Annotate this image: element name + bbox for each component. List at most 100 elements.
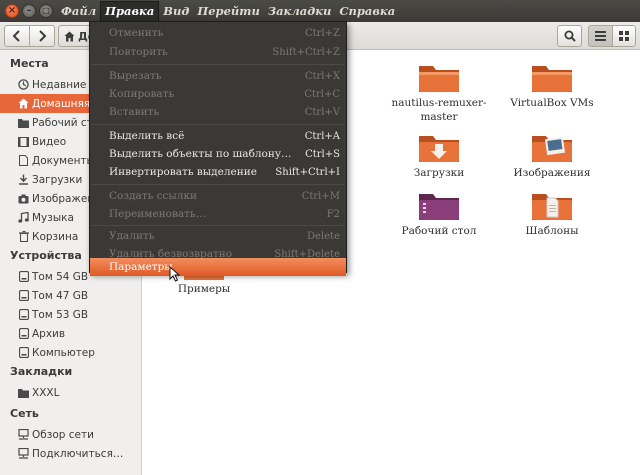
sidebar-heading-network: Сеть	[10, 407, 39, 420]
file-item-label: Рабочий стол	[401, 225, 477, 237]
sidebar-item-label: Недавние	[32, 78, 87, 91]
menu-item-delete[interactable]: Удалить Delete	[90, 227, 346, 245]
camera-icon	[18, 193, 29, 204]
window-minimize-button[interactable]: –	[22, 4, 36, 18]
sidebar-item-browse-network[interactable]: Обзор сети	[0, 425, 141, 444]
menu-bookmarks[interactable]: Закладки	[264, 1, 336, 21]
menu-item-cut[interactable]: Вырезать Ctrl+X	[90, 67, 346, 85]
home-icon	[64, 31, 75, 41]
grid-icon	[619, 31, 629, 41]
templates-folder-icon	[532, 194, 572, 220]
menu-item-label: Инвертировать выделение	[109, 166, 257, 178]
video-icon	[18, 136, 29, 147]
menu-item-paste[interactable]: Вставить Ctrl+V	[90, 103, 346, 121]
sidebar-item-label: Подключиться…	[32, 447, 124, 460]
menu-item-accel: Shift+Ctrl+I	[275, 166, 340, 178]
file-item-folder[interactable]: VirtualBox VMs	[497, 62, 607, 110]
menu-item-select-all[interactable]: Выделить всё Ctrl+A	[90, 127, 346, 145]
mouse-pointer-icon	[169, 266, 180, 282]
file-item-templates[interactable]: Шаблоны	[497, 190, 607, 238]
menu-item-label: Копировать	[109, 88, 175, 100]
menu-file[interactable]: Файл	[57, 1, 100, 21]
close-icon: ×	[7, 5, 17, 16]
menu-item-make-links[interactable]: Создать ссылки Ctrl+M	[90, 187, 346, 205]
menu-item-label: Вставить	[109, 106, 160, 118]
drive-icon	[18, 290, 29, 301]
window-close-button[interactable]: ×	[5, 4, 19, 18]
forward-button[interactable]	[29, 25, 55, 47]
downloads-folder-icon	[419, 136, 459, 162]
drive-icon	[18, 328, 29, 339]
menu-separator	[91, 225, 345, 226]
sidebar-item-computer[interactable]: Компьютер	[0, 343, 141, 362]
menu-item-accel: Ctrl+S	[305, 148, 340, 160]
file-item-label: Изображения	[513, 167, 591, 179]
menu-item-accel: F2	[326, 208, 340, 220]
file-item-label: nautilus-remuxer-master	[391, 97, 487, 123]
menu-view[interactable]: Вид	[159, 1, 193, 21]
grid-view-button[interactable]	[612, 25, 636, 47]
desktop-folder-icon	[419, 194, 459, 220]
menu-item-label: Переименовать…	[109, 208, 207, 220]
sidebar-item-label: Том 47 GB	[32, 289, 89, 302]
file-item-folder[interactable]: nautilus-remuxer-master	[384, 62, 494, 124]
list-view-button[interactable]	[588, 25, 613, 47]
sidebar-item-xxxl[interactable]: XXXL	[0, 383, 141, 402]
list-icon	[595, 31, 606, 41]
menu-item-accel: Ctrl+M	[301, 190, 340, 202]
file-item-desktop[interactable]: Рабочий стол	[384, 190, 494, 238]
menu-item-label: Создать ссылки	[109, 190, 198, 202]
title-bar: × – □ Файл Правка Вид Перейти Закладки С…	[0, 0, 640, 22]
menu-separator	[91, 64, 345, 65]
menu-item-accel: Ctrl+V	[304, 106, 340, 118]
sidebar-item-label: Музыка	[32, 211, 74, 224]
network-icon	[18, 429, 29, 440]
file-item-label: Загрузки	[413, 167, 465, 179]
menu-go[interactable]: Перейти	[193, 1, 263, 21]
menu-item-accel: Ctrl+C	[304, 88, 340, 100]
menu-item-select-pattern[interactable]: Выделить объекты по шаблону… Ctrl+S	[90, 145, 346, 163]
window-maximize-button[interactable]: □	[39, 4, 53, 18]
sidebar-item-volume-47[interactable]: Том 47 GB	[0, 286, 141, 305]
music-icon	[18, 212, 29, 223]
sidebar-item-volume-53[interactable]: Том 53 GB	[0, 305, 141, 324]
menu-edit[interactable]: Правка	[100, 1, 160, 22]
menu-item-accel: Shift+Ctrl+Z	[272, 46, 340, 58]
minimize-icon: –	[26, 5, 32, 16]
sidebar-item-label: Корзина	[32, 230, 79, 243]
desktop-folder-icon	[18, 117, 29, 128]
search-icon	[564, 30, 576, 42]
menu-item-copy[interactable]: Копировать Ctrl+C	[90, 85, 346, 103]
drive-icon	[18, 309, 29, 320]
menu-item-redo[interactable]: Повторить Shift+Ctrl+Z	[90, 43, 346, 61]
document-icon	[18, 155, 29, 166]
file-item-pictures[interactable]: Изображения	[497, 132, 607, 180]
sidebar-item-label: Том 54 GB	[32, 270, 89, 283]
sidebar-item-label: Документы	[32, 154, 95, 167]
menu-help[interactable]: Справка	[335, 1, 399, 21]
menu-item-preferences[interactable]: Параметры	[90, 258, 346, 276]
menu-item-label: Выделить объекты по шаблону…	[109, 148, 292, 160]
file-item-label: Примеры	[177, 283, 231, 295]
sidebar-item-label: XXXL	[32, 386, 60, 399]
sidebar-heading-bookmarks: Закладки	[10, 365, 73, 378]
chevron-left-icon	[12, 30, 20, 42]
file-item-label: VirtualBox VMs	[510, 97, 594, 109]
menu-item-label: Параметры	[109, 261, 173, 273]
menu-item-invert-selection[interactable]: Инвертировать выделение Shift+Ctrl+I	[90, 163, 346, 181]
sidebar-item-label: Обзор сети	[32, 428, 94, 441]
sidebar-item-label: Том 53 GB	[32, 308, 89, 321]
menu-separator	[91, 124, 345, 125]
search-button[interactable]	[557, 25, 582, 47]
menu-item-rename[interactable]: Переименовать… F2	[90, 205, 346, 223]
file-item-downloads[interactable]: Загрузки	[384, 132, 494, 180]
sidebar-item-label: Архив	[32, 327, 66, 340]
edit-menu-dropdown: Отменить Ctrl+Z Повторить Shift+Ctrl+Z В…	[89, 21, 347, 276]
sidebar-item-connect-server[interactable]: Подключиться…	[0, 444, 141, 463]
sidebar-item-archive[interactable]: Архив	[0, 324, 141, 343]
back-button[interactable]	[4, 25, 30, 47]
menu-item-label: Удалить	[109, 230, 155, 242]
menu-item-label: Выделить всё	[109, 130, 185, 142]
menu-item-undo[interactable]: Отменить Ctrl+Z	[90, 24, 346, 42]
sidebar-heading-places: Места	[10, 57, 49, 70]
